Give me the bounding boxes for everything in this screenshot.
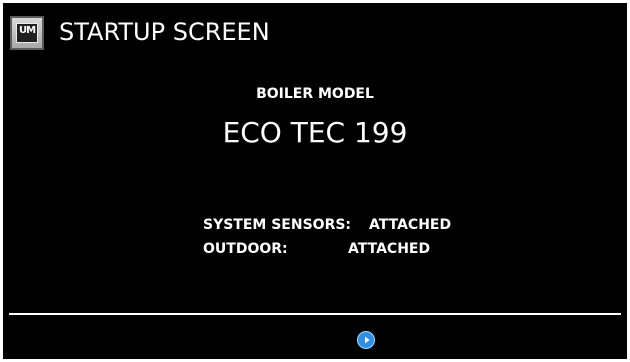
screen-panel: UM STARTUP SCREEN BOILER MODEL ECO TEC 1… <box>3 3 627 359</box>
boiler-model-value: ECO TEC 199 <box>222 116 408 149</box>
logo-icon: UM <box>10 16 44 50</box>
startup-screen: UM STARTUP SCREEN BOILER MODEL ECO TEC 1… <box>0 0 630 362</box>
next-button[interactable] <box>357 331 375 349</box>
status-section: SYSTEM SENSORS: ATTACHED OUTDOOR: ATTACH… <box>203 216 483 264</box>
page-title: STARTUP SCREEN <box>59 18 270 46</box>
boiler-model-label: BOILER MODEL <box>256 86 374 102</box>
system-sensors-value: ATTACHED <box>369 217 452 233</box>
outdoor-label: OUTDOOR: <box>203 241 288 257</box>
logo-badge: UM <box>16 23 38 43</box>
outdoor-row: OUTDOOR: ATTACHED <box>203 240 483 264</box>
system-sensors-row: SYSTEM SENSORS: ATTACHED <box>203 216 483 240</box>
logo-text: UM <box>18 25 36 36</box>
outdoor-value: ATTACHED <box>348 241 431 257</box>
play-icon <box>365 336 370 344</box>
bottom-divider <box>9 313 621 315</box>
system-sensors-label: SYSTEM SENSORS: <box>203 217 352 233</box>
